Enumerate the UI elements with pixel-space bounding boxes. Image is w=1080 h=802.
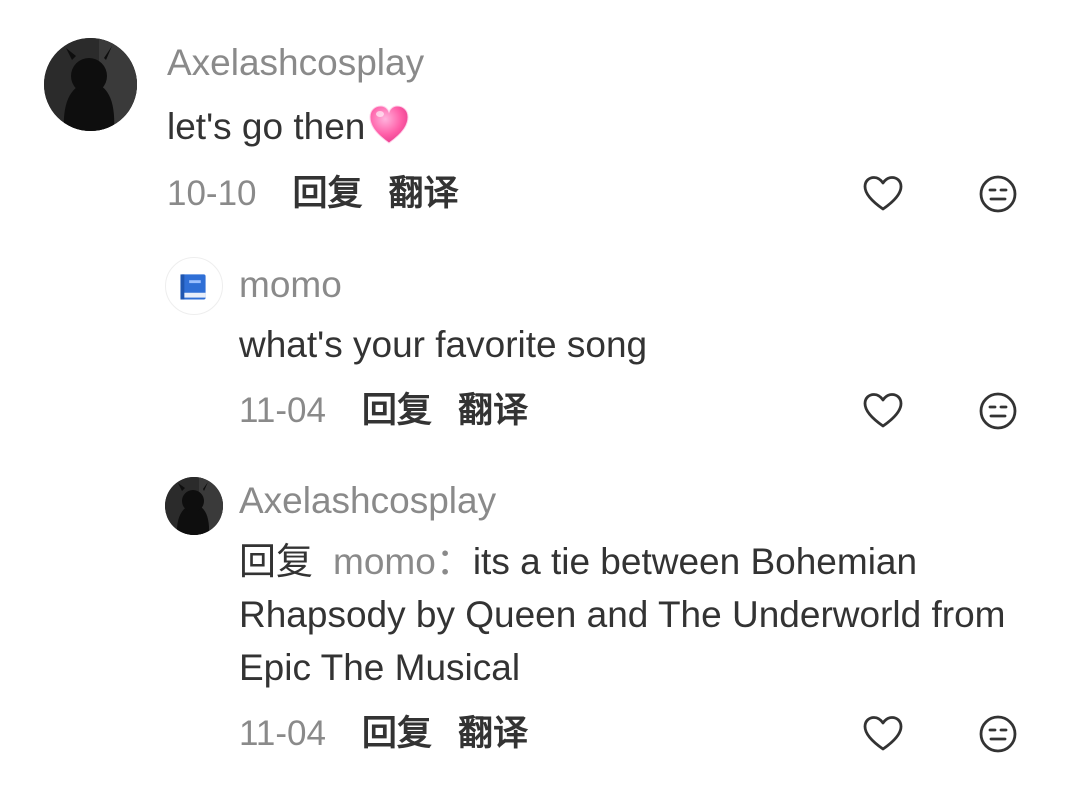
dislike-button[interactable] bbox=[976, 172, 1020, 216]
comment-text-content: let's go then bbox=[167, 106, 366, 147]
comment-meta: 11-04 回复 翻译 bbox=[239, 393, 528, 428]
comment-date: 11-04 bbox=[239, 714, 326, 753]
pink-heart-icon bbox=[369, 105, 409, 144]
translate-button[interactable]: 翻译 bbox=[458, 391, 528, 430]
comment-text: what's your favorite song bbox=[239, 324, 648, 365]
comment-date: 10-10 bbox=[167, 174, 257, 213]
dislike-button[interactable] bbox=[976, 712, 1020, 756]
book-icon bbox=[180, 274, 206, 300]
username[interactable]: Axelashcosplay bbox=[167, 44, 424, 81]
username[interactable]: momo bbox=[239, 266, 342, 303]
heart-outline-icon bbox=[863, 393, 903, 428]
avatar-image bbox=[44, 38, 137, 131]
mention-separator: ： bbox=[435, 541, 473, 582]
like-button[interactable] bbox=[861, 172, 905, 216]
comment-date: 11-04 bbox=[239, 391, 326, 430]
reply-prefix: 回复 bbox=[239, 541, 313, 582]
meh-face-icon bbox=[979, 715, 1017, 753]
heart-outline-icon bbox=[863, 716, 903, 751]
like-button[interactable] bbox=[861, 389, 905, 433]
avatar[interactable] bbox=[44, 38, 137, 131]
reply-button[interactable]: 回复 bbox=[362, 714, 432, 753]
comment-text: let's go then bbox=[167, 100, 411, 153]
reply-button[interactable]: 回复 bbox=[362, 391, 432, 430]
meh-face-icon bbox=[979, 175, 1017, 213]
translate-button[interactable]: 翻译 bbox=[389, 174, 459, 213]
meh-face-icon bbox=[979, 392, 1017, 430]
translate-button[interactable]: 翻译 bbox=[458, 714, 528, 753]
comment-meta: 10-10 回复 翻译 bbox=[167, 176, 459, 211]
dislike-button[interactable] bbox=[976, 389, 1020, 433]
comment-text: 回复 momo：its a tie between Bohemian Rhapso… bbox=[239, 535, 1039, 694]
avatar-image bbox=[165, 477, 223, 535]
username[interactable]: Axelashcosplay bbox=[239, 482, 496, 519]
avatar[interactable] bbox=[165, 477, 223, 535]
like-button[interactable] bbox=[861, 712, 905, 756]
heart-outline-icon bbox=[863, 176, 903, 211]
reply-button[interactable]: 回复 bbox=[293, 174, 363, 213]
avatar[interactable] bbox=[165, 257, 223, 315]
comment-meta: 11-04 回复 翻译 bbox=[239, 716, 528, 751]
mention-link[interactable]: momo bbox=[333, 541, 436, 582]
